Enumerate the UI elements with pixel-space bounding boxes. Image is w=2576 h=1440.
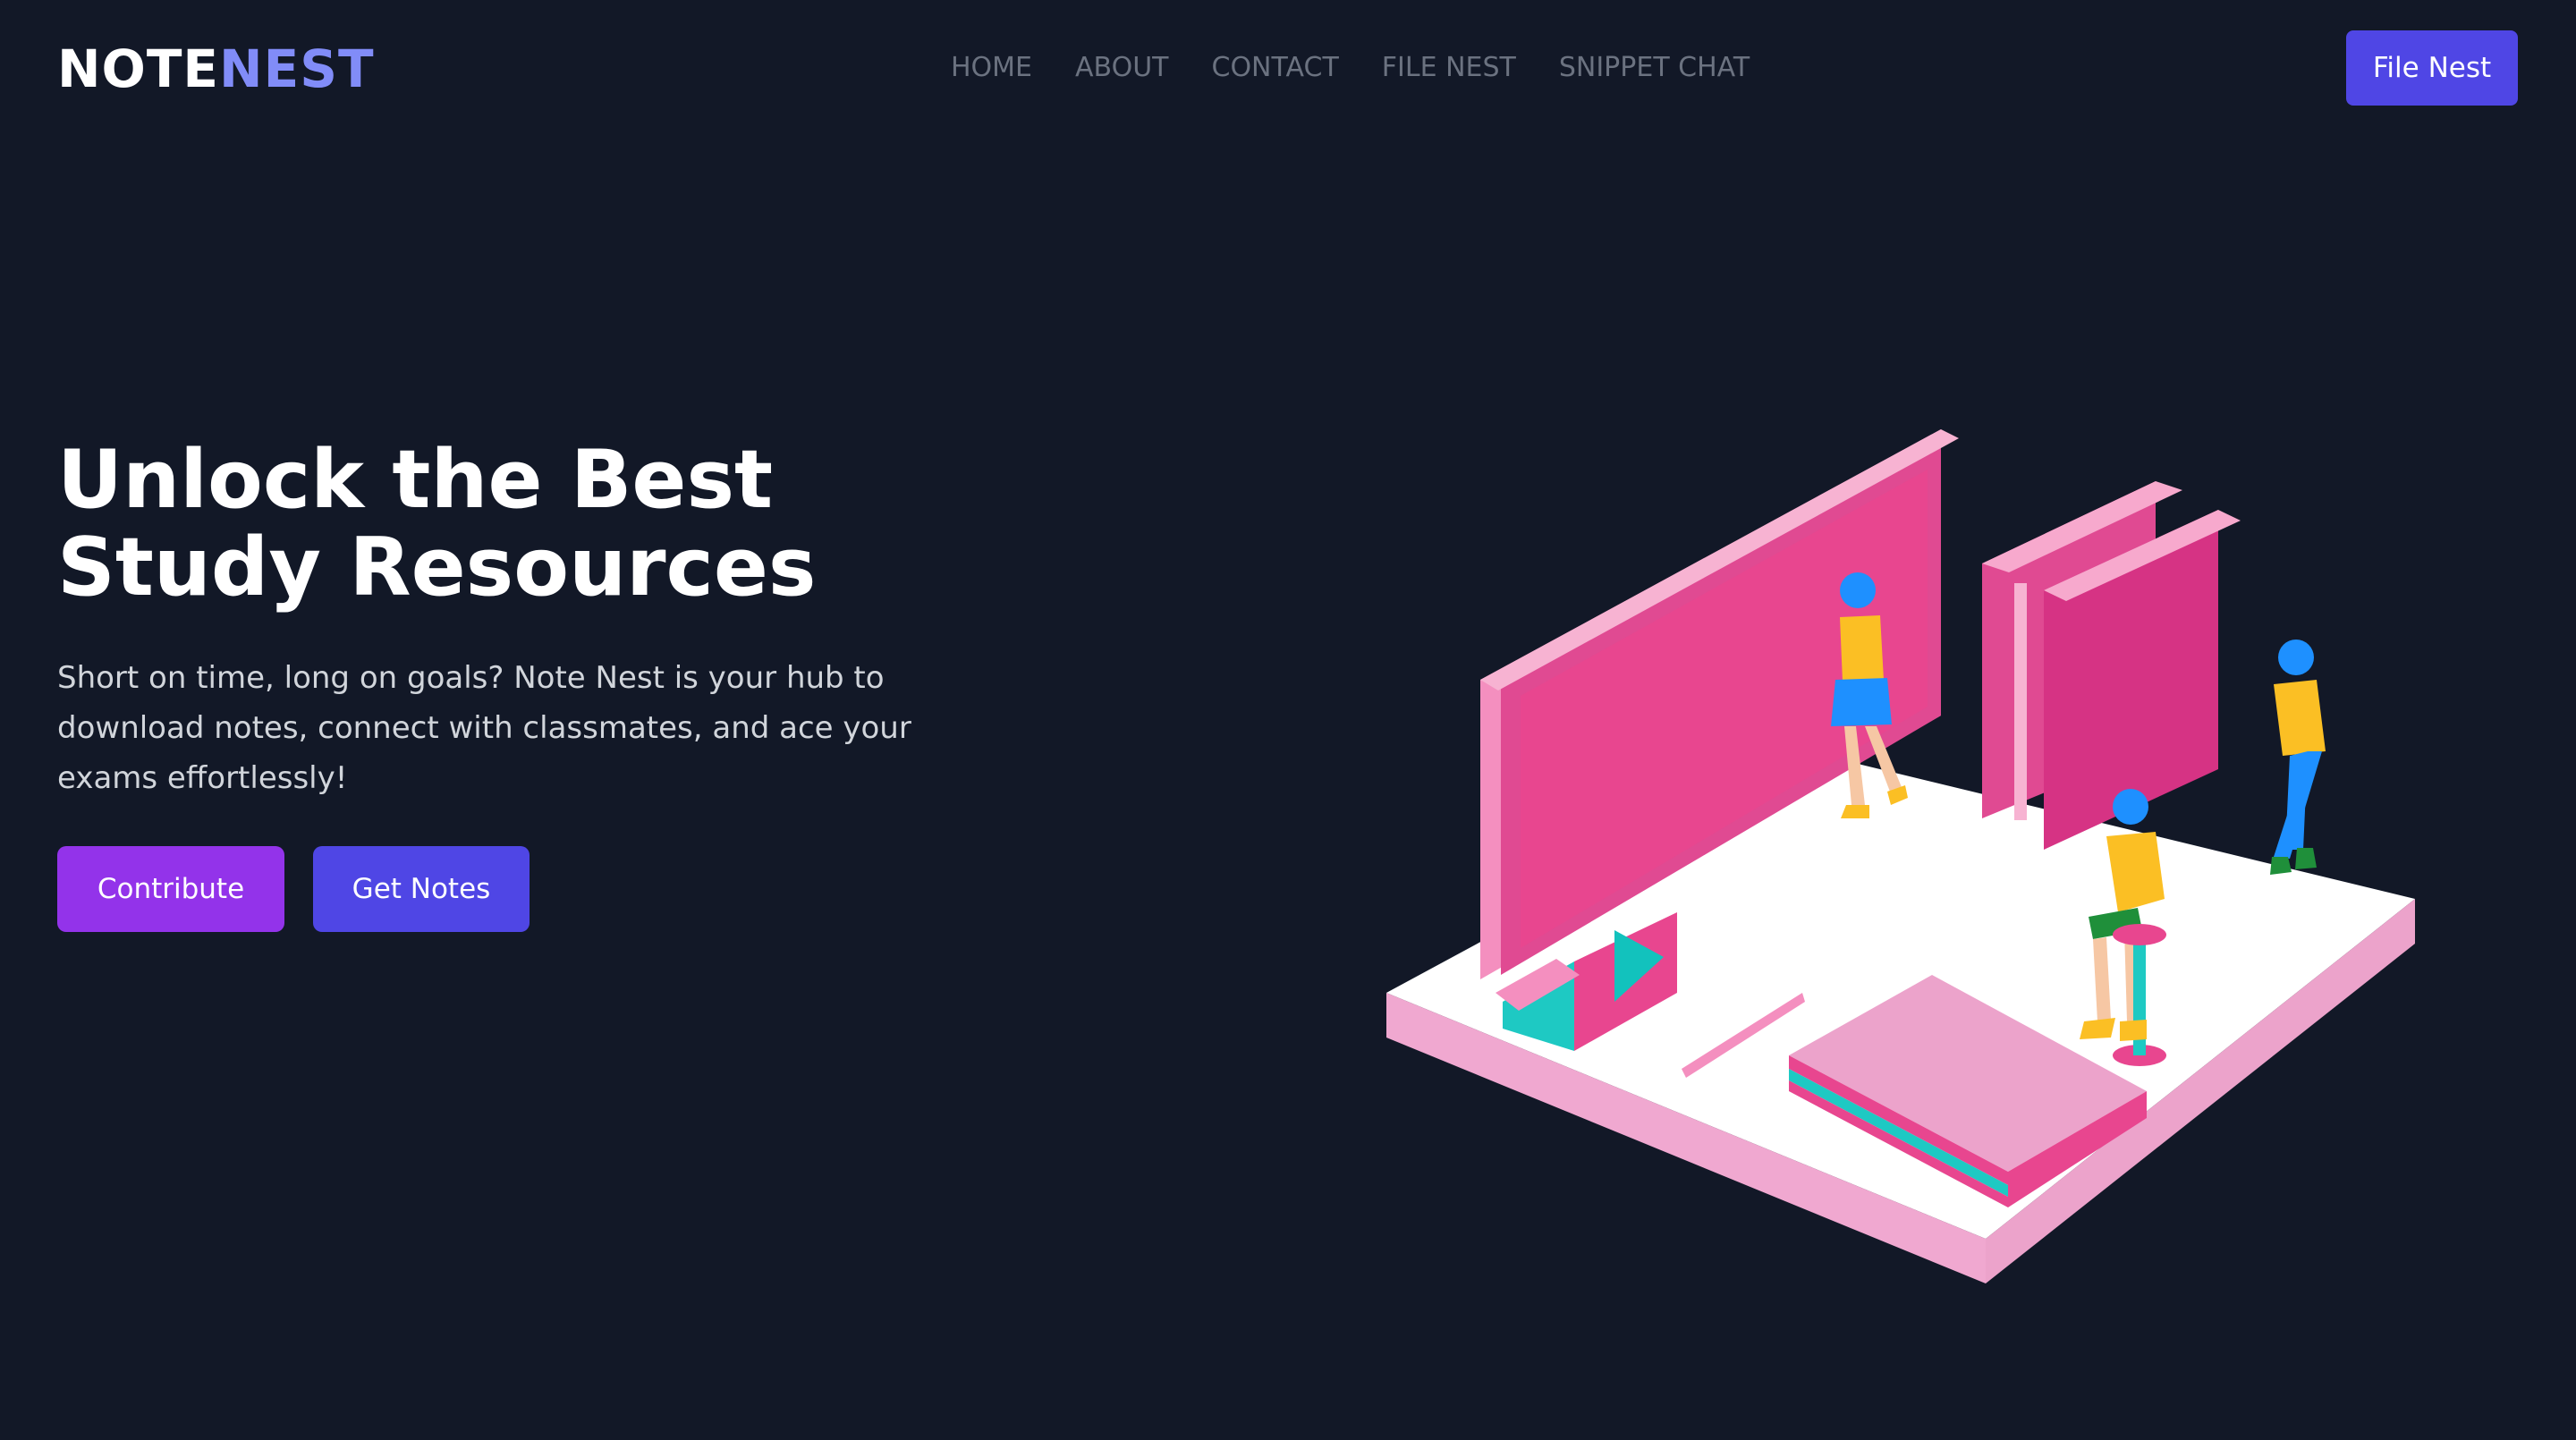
study-illustration-icon xyxy=(1386,429,2415,1283)
get-notes-button[interactable]: Get Notes xyxy=(313,846,530,932)
landing-page: NOTENEST HOME ABOUT CONTACT FILE NEST SN… xyxy=(0,0,2576,1440)
logo-text-nest: NEST xyxy=(219,38,375,99)
nav-snippet-chat[interactable]: SNIPPET CHAT xyxy=(1559,48,1750,88)
contribute-button[interactable]: Contribute xyxy=(57,846,284,932)
nav-contact[interactable]: CONTACT xyxy=(1212,48,1339,88)
nav-file-nest[interactable]: FILE NEST xyxy=(1382,48,1516,88)
hero-title: Unlock the Best Study Resources xyxy=(57,433,817,614)
main-nav: HOME ABOUT CONTACT FILE NEST SNIPPET CHA… xyxy=(951,48,1750,88)
figure-walking-shape xyxy=(2270,640,2326,875)
hero-description: Short on time, long on goals? Note Nest … xyxy=(57,660,911,796)
logo-text-note: NOTE xyxy=(57,38,220,99)
nav-about[interactable]: ABOUT xyxy=(1075,48,1168,88)
site-logo[interactable]: NOTENEST xyxy=(57,38,375,100)
file-nest-button[interactable]: File Nest xyxy=(2346,30,2518,106)
books-shape xyxy=(1982,481,2241,850)
nav-home[interactable]: HOME xyxy=(951,48,1032,88)
